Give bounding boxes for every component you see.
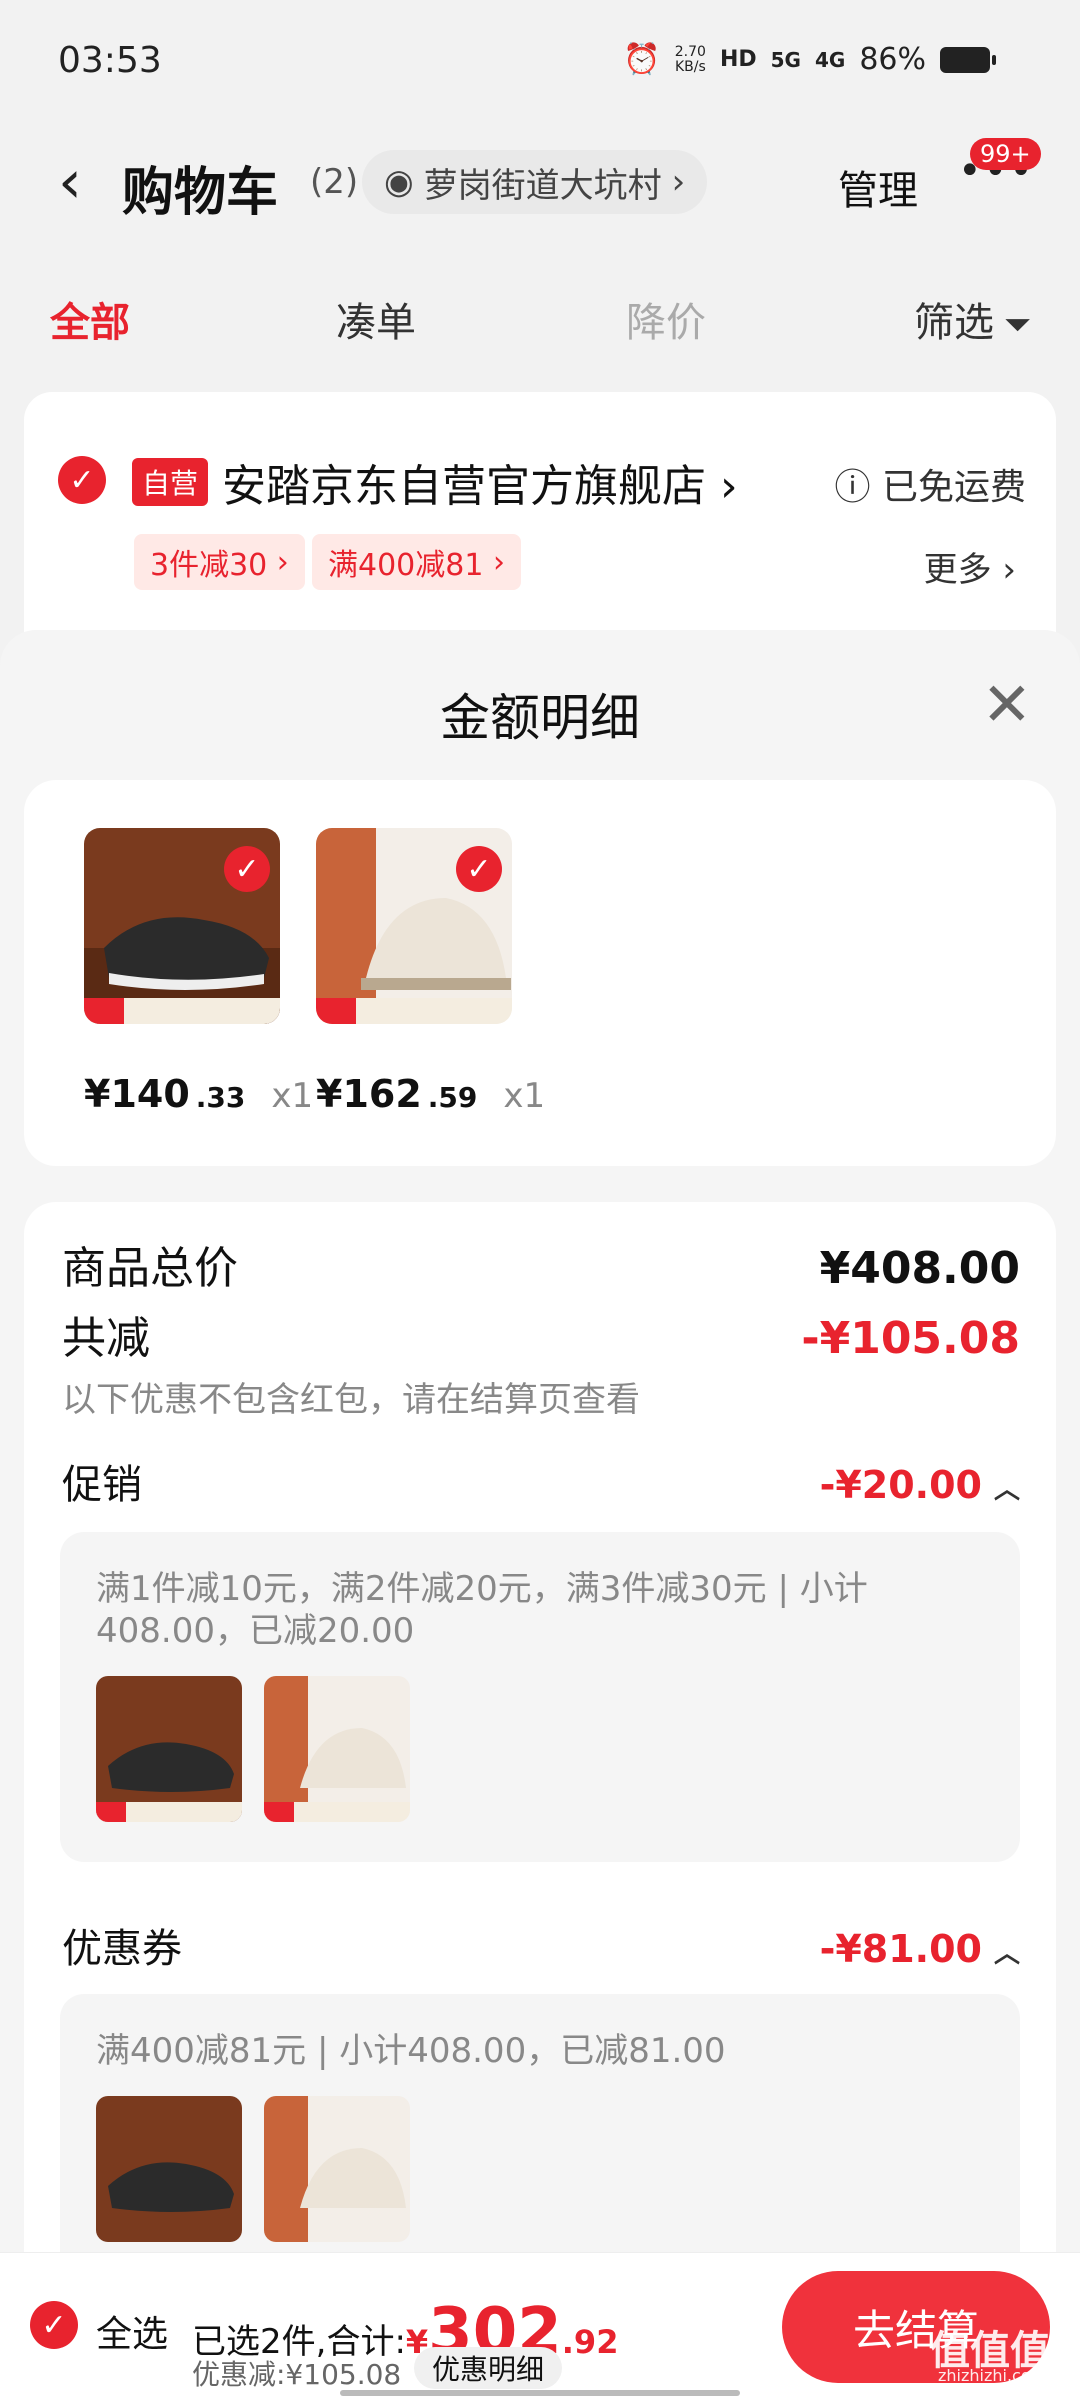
cart-page-background: 03:53 ⏰ 2.70 KB/s HD 5G 4G 86% ‹ 购物车 (2) … xyxy=(0,0,1080,732)
promo-thumbnails xyxy=(60,1652,1020,1846)
goods-total-label: 商品总价 xyxy=(62,1243,238,1294)
cart-tabs: 全部 凑单 降价 筛选 ⏷ xyxy=(0,280,1080,350)
tab-bundle[interactable]: 凑单 xyxy=(336,290,416,348)
goods-total-value: ¥408.00 xyxy=(819,1243,1020,1294)
discount-total-label: 共减 xyxy=(62,1313,150,1364)
store-name-link[interactable]: 安踏京东自营官方旗舰店 › xyxy=(222,450,738,514)
alarm-icon: ⏰ xyxy=(623,42,661,77)
page-title: 购物车 xyxy=(122,163,279,223)
promo-detail-box: 满1件减10元，满2件减20元，满3件减30元 | 小计408.00，已减20.… xyxy=(60,1532,1020,1862)
coupon-description: 满400减81元 | 小计408.00，已减81.00 xyxy=(96,2031,726,2071)
discount-total-row: 共减 -¥105.08 xyxy=(62,1302,1020,1366)
checkout-bar: ✓ 全选 已选2件,合计: ¥ 302 .92 优惠减:¥105.08 优惠明细… xyxy=(0,2252,1080,2400)
signal-5g-icon: 5G xyxy=(770,47,801,72)
promo-description: 满1件减10元，满2件减20元，满3件减30元 | 小计408.00，已减20.… xyxy=(96,1569,868,1651)
info-icon: ⓘ xyxy=(834,467,871,508)
free-shipping-label: ⓘ 已免运费 xyxy=(834,467,1026,508)
chevron-right-icon: › xyxy=(671,162,686,202)
price-breakdown-card: 商品总价 ¥408.00 共减 -¥105.08 以下优惠不包含红包，请在结算页… xyxy=(24,1202,1056,2400)
product-thumbnails-card: ✓ ¥140.33 x1 ✓ ¥162.59 x1 xyxy=(24,780,1056,1166)
tab-all[interactable]: 全部 xyxy=(50,290,130,348)
coupon-value: -¥81.00 ︿ xyxy=(819,1927,1020,1971)
promo-product-image-white xyxy=(264,1676,410,1822)
product-price: ¥162.59 x1 xyxy=(316,1072,546,1116)
self-operated-badge: 自营 xyxy=(132,458,209,506)
close-icon[interactable]: ✕ xyxy=(982,670,1032,740)
message-badge: 99+ xyxy=(970,138,1041,170)
promo-row[interactable]: 促销 -¥20.00 ︿ xyxy=(62,1452,1020,1510)
total-amount-decimal: .92 xyxy=(561,2323,619,2361)
signal-4g-icon: 4G xyxy=(814,47,846,72)
product-item[interactable]: ✓ ¥140.33 x1 xyxy=(84,828,314,1116)
address-text: 萝岗街道大坑村 xyxy=(423,165,662,206)
promo-tag-2[interactable]: 满400减81 › xyxy=(312,534,521,590)
net-speed: 2.70 KB/s xyxy=(674,43,706,75)
store-more-link[interactable]: 更多 › xyxy=(924,542,1016,591)
promo-tag-1[interactable]: 3件减30 › xyxy=(134,534,305,590)
status-time: 03:53 xyxy=(58,40,162,81)
coupon-row[interactable]: 优惠券 -¥81.00 ︿ xyxy=(62,1916,1020,1974)
select-all-label[interactable]: 全选 xyxy=(96,2305,168,2357)
product-checked-icon: ✓ xyxy=(456,846,502,892)
battery-percent: 86% xyxy=(859,42,926,77)
watermark-url: zhizhizhi.com xyxy=(938,2366,1047,2385)
chevron-up-icon: ︿ xyxy=(993,1939,1020,1969)
address-selector[interactable]: ◉ 萝岗街道大坑村 › xyxy=(362,150,708,214)
battery-icon xyxy=(940,46,996,73)
amount-detail-sheet: 金额明细 ✕ ✓ ¥140.33 x1 ✓ ¥162 .59 x1 商品总价 ¥… xyxy=(0,630,1080,2400)
coupon-product-image-black xyxy=(96,2096,242,2242)
coupon-thumbnails xyxy=(60,2072,1020,2266)
product-checked-icon: ✓ xyxy=(224,846,270,892)
coupon-product-image-white xyxy=(264,2096,410,2242)
filter-icon: ⏷ xyxy=(1004,305,1032,345)
product-item[interactable]: ✓ ¥162.59 x1 xyxy=(316,828,546,1116)
discount-detail-button[interactable]: 优惠明细 xyxy=(414,2347,563,2389)
status-bar: 03:53 ⏰ 2.70 KB/s HD 5G 4G 86% xyxy=(0,0,1080,110)
discount-summary: 优惠减:¥105.08 xyxy=(192,2358,402,2391)
coupon-detail-box: 满400减81元 | 小计408.00，已减81.00 xyxy=(60,1994,1020,2294)
discount-total-value: -¥105.08 xyxy=(801,1313,1020,1364)
home-indicator[interactable] xyxy=(340,2390,740,2396)
eye-icon: ◉ xyxy=(384,162,414,202)
promo-product-image-black xyxy=(96,1676,242,1822)
cart-nav-bar: ‹ 购物车 (2) ◉ 萝岗街道大坑村 › 管理 ••• 99+ xyxy=(0,130,1080,230)
sheet-title: 金额明细 xyxy=(440,689,640,747)
status-icons: ⏰ 2.70 KB/s HD 5G 4G 86% xyxy=(623,42,996,77)
store-checkbox[interactable]: ✓ xyxy=(58,456,106,504)
back-arrow-icon[interactable]: ‹ xyxy=(58,152,82,212)
promo-label: 促销 xyxy=(62,1462,142,1508)
product-price: ¥140.33 x1 xyxy=(84,1072,314,1116)
hd-icon: HD xyxy=(719,47,757,72)
product-image-sneaker-white: ✓ xyxy=(316,828,512,1024)
select-all-checkbox[interactable]: ✓ xyxy=(30,2301,78,2349)
tab-price-drop[interactable]: 降价 xyxy=(626,290,706,348)
manage-button[interactable]: 管理 xyxy=(838,158,918,216)
product-image-sneaker-black: ✓ xyxy=(84,828,280,1024)
tab-filter[interactable]: 筛选 ⏷ xyxy=(914,290,1031,348)
goods-total-row: 商品总价 ¥408.00 xyxy=(62,1232,1020,1296)
promo-value: -¥20.00 ︿ xyxy=(819,1463,1020,1507)
cart-count: (2) xyxy=(310,162,359,202)
discount-note: 以下优惠不包含红包，请在结算页查看 xyxy=(62,1380,640,1420)
coupon-label: 优惠券 xyxy=(62,1926,182,1972)
chevron-up-icon: ︿ xyxy=(993,1475,1020,1505)
